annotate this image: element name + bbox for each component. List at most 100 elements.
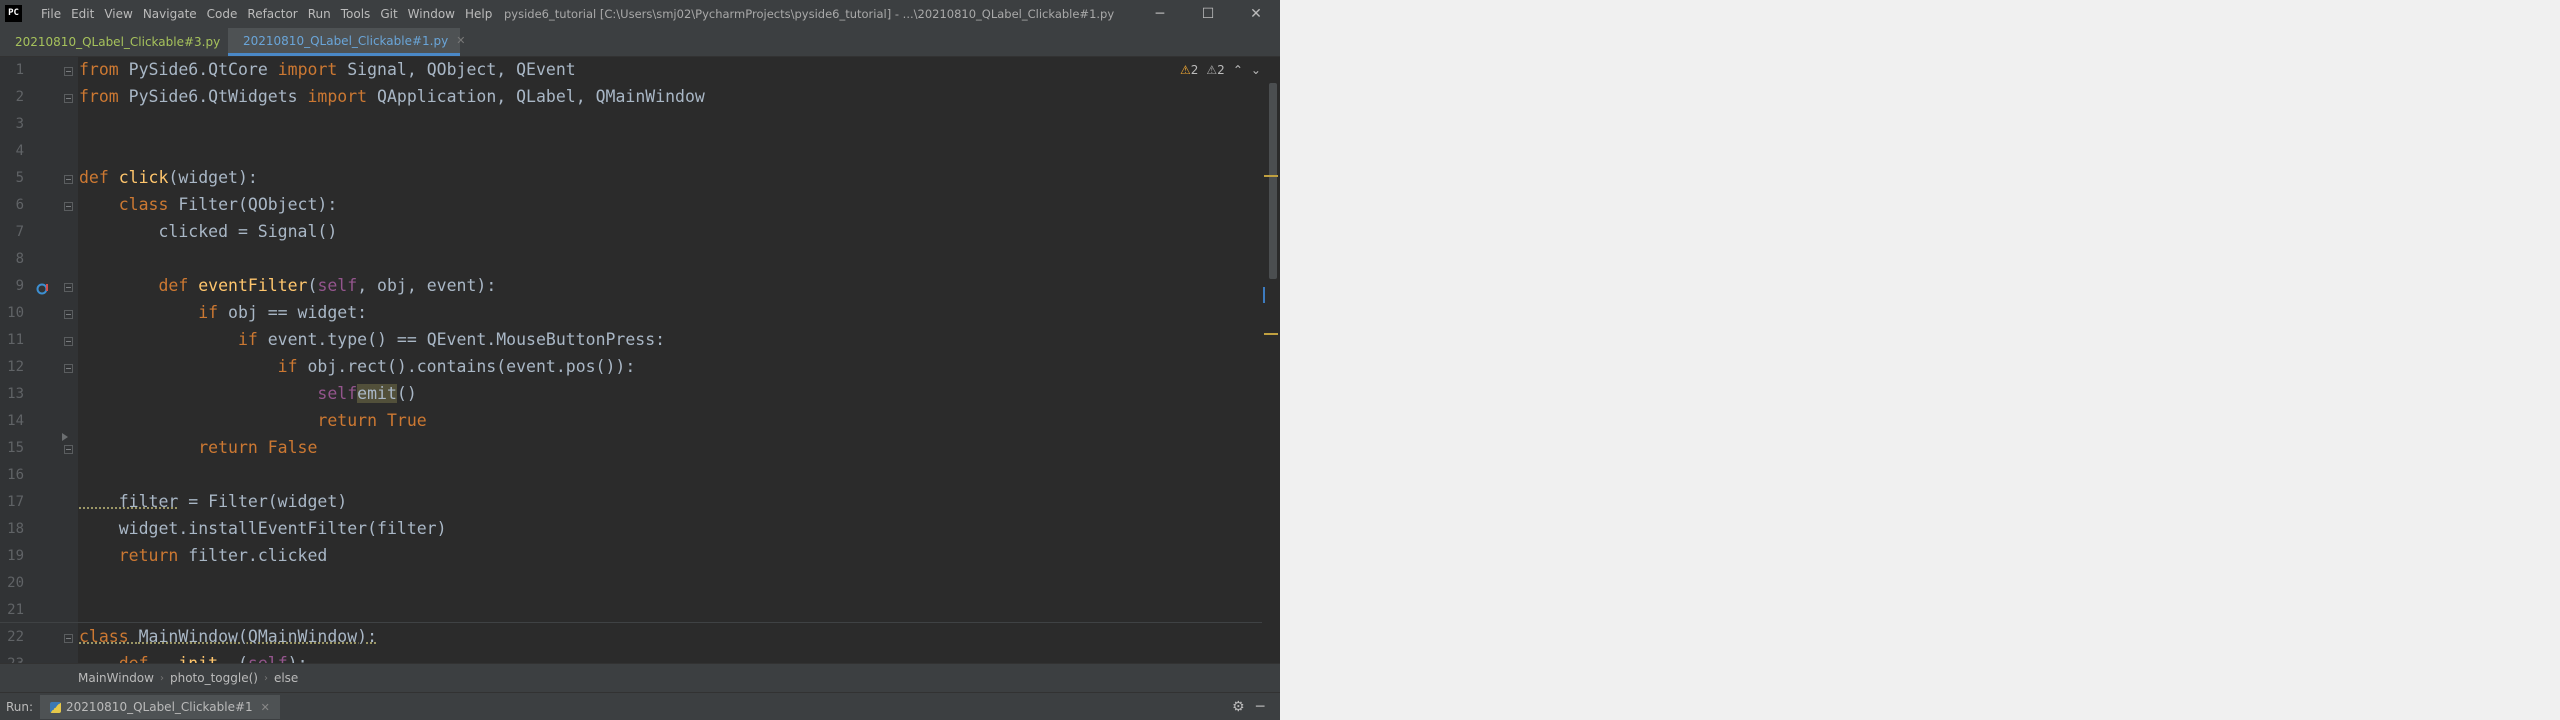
- fold-marker-icon[interactable]: [64, 94, 73, 103]
- pycharm-window: PC File Edit View Navigate Code Refactor…: [0, 0, 1280, 720]
- menu-navigate[interactable]: Navigate: [138, 0, 202, 28]
- empty-desktop-area: [1280, 0, 2560, 720]
- warnings-indicator[interactable]: ⚠2: [1180, 63, 1198, 77]
- editor-tab-bar: 20210810_QLabel_Clickable#3.py ✕ 2021081…: [0, 28, 1280, 57]
- line-number: 2: [15, 89, 24, 105]
- fold-marker-icon[interactable]: [64, 175, 73, 184]
- line-number-gutter[interactable]: 1 2 3 4 5 6 7 8 9 10 11 12 13 14 15 16 1…: [0, 57, 78, 663]
- code-line-1: from PySide6.QtCore import Signal, QObje…: [79, 60, 576, 79]
- menu-edit[interactable]: Edit: [66, 0, 99, 28]
- warning-marker[interactable]: [1264, 333, 1278, 335]
- weak-warnings-indicator[interactable]: ⚠2: [1206, 63, 1224, 77]
- line-number: 7: [15, 224, 24, 240]
- hide-panel-icon[interactable]: ─: [1256, 693, 1264, 720]
- menu-run[interactable]: Run: [303, 0, 336, 28]
- line-number: 19: [7, 548, 24, 564]
- fold-marker-icon[interactable]: [64, 310, 73, 319]
- code-line-23: def __init__(self):: [79, 654, 308, 663]
- code-line-5: def click(widget):: [79, 168, 258, 187]
- breakpoint-arrow-icon[interactable]: [60, 432, 70, 442]
- next-highlight-icon[interactable]: ⌄: [1251, 63, 1261, 77]
- code-editor[interactable]: 1 2 3 4 5 6 7 8 9 10 11 12 13 14 15 16 1…: [0, 57, 1262, 663]
- inspection-widget[interactable]: ⚠2 ⚠2 ⌃ ⌄: [1180, 63, 1261, 77]
- method-separator: [0, 622, 1262, 623]
- line-number: 14: [7, 413, 24, 429]
- breadcrumb: MainWindow › photo_toggle() › else: [0, 663, 1280, 692]
- code-line-11: if event.type() == QEvent.MouseButtonPre…: [79, 330, 666, 349]
- line-number: 20: [7, 575, 24, 591]
- code-line-12: if obj.rect().contains(event.pos()):: [79, 357, 636, 376]
- maximize-window-button[interactable]: ☐: [1184, 0, 1232, 28]
- line-number: 12: [7, 359, 24, 375]
- menu-file[interactable]: File: [36, 0, 66, 28]
- title-bar: PC File Edit View Navigate Code Refactor…: [0, 0, 1280, 28]
- fold-marker-icon[interactable]: [64, 364, 73, 373]
- pycharm-app-icon[interactable]: PC: [5, 5, 22, 22]
- line-number: 13: [7, 386, 24, 402]
- vertical-scrollbar[interactable]: [1269, 83, 1277, 279]
- close-window-button[interactable]: ✕: [1232, 0, 1280, 28]
- line-number: 1: [15, 62, 24, 78]
- line-number: 10: [7, 305, 24, 321]
- code-line-15: return False: [79, 438, 318, 457]
- run-label: Run:: [6, 700, 34, 714]
- line-number: 4: [15, 143, 24, 159]
- fold-marker-icon[interactable]: [64, 634, 73, 643]
- previous-highlight-icon[interactable]: ⌃: [1233, 63, 1243, 77]
- warning-marker[interactable]: [1264, 175, 1278, 177]
- tab-clickable-3[interactable]: 20210810_QLabel_Clickable#3.py ✕: [0, 28, 237, 56]
- run-tab-label: 20210810_QLabel_Clickable#1: [66, 700, 253, 714]
- line-number: 8: [15, 251, 24, 267]
- run-tool-window-bar: Run: 20210810_QLabel_Clickable#1 ✕ ⚙ ─: [0, 692, 1280, 720]
- menu-code[interactable]: Code: [202, 0, 243, 28]
- run-configuration-tab[interactable]: 20210810_QLabel_Clickable#1 ✕: [40, 695, 280, 719]
- menu-window[interactable]: Window: [403, 0, 460, 28]
- line-number: 6: [15, 197, 24, 213]
- line-number: 5: [15, 170, 24, 186]
- line-number: 15: [7, 440, 24, 456]
- code-line-13: selfemit(): [317, 384, 417, 403]
- line-number: 21: [7, 602, 24, 618]
- code-line-22: class MainWindow(QMainWindow):: [79, 627, 378, 646]
- breadcrumb-item[interactable]: else: [268, 671, 304, 685]
- fold-marker-icon[interactable]: [64, 337, 73, 346]
- caret-marker: [1263, 287, 1265, 303]
- window-title: pyside6_tutorial [C:\Users\smj02\Pycharm…: [504, 7, 1115, 21]
- error-stripe[interactable]: [1262, 57, 1280, 663]
- line-number: 11: [7, 332, 24, 348]
- menu-bar: File Edit View Navigate Code Refactor Ru…: [36, 0, 497, 28]
- breadcrumb-item[interactable]: photo_toggle(): [164, 671, 264, 685]
- fold-marker-icon[interactable]: [64, 445, 73, 454]
- code-line-19: return filter.clicked: [79, 546, 328, 565]
- python-file-icon: [50, 701, 61, 713]
- code-line-7: clicked = Signal(): [79, 222, 338, 241]
- code-line-14: return True: [79, 411, 427, 430]
- warning-icon: ⚠: [1180, 63, 1191, 77]
- line-number: 22: [7, 629, 24, 645]
- menu-tools[interactable]: Tools: [336, 0, 376, 28]
- menu-view[interactable]: View: [99, 0, 137, 28]
- close-tab-icon[interactable]: ✕: [456, 34, 465, 47]
- code-line-10: if obj == widget:: [79, 303, 368, 322]
- close-run-tab-icon[interactable]: ✕: [261, 701, 270, 714]
- fold-marker-icon[interactable]: [64, 67, 73, 76]
- breadcrumb-item[interactable]: MainWindow: [72, 671, 160, 685]
- menu-refactor[interactable]: Refactor: [242, 0, 302, 28]
- fold-marker-icon[interactable]: [64, 283, 73, 292]
- weak-warning-icon: ⚠: [1206, 63, 1218, 77]
- override-method-icon[interactable]: [36, 282, 50, 296]
- fold-marker-icon[interactable]: [64, 202, 73, 211]
- line-number: 18: [7, 521, 24, 537]
- code-line-18: widget.installEventFilter(filter): [79, 519, 447, 538]
- tab-clickable-1[interactable]: 20210810_QLabel_Clickable#1.py ✕: [228, 28, 465, 56]
- menu-git[interactable]: Git: [375, 0, 402, 28]
- tab-label: 20210810_QLabel_Clickable#1.py: [243, 33, 449, 48]
- code-line-6: class Filter(QObject):: [79, 195, 338, 214]
- code-line-9: def eventFilter(self, obj, event):: [79, 276, 497, 295]
- line-number: 3: [15, 116, 24, 132]
- gear-icon[interactable]: ⚙: [1232, 693, 1245, 720]
- line-number: 23: [0, 656, 24, 663]
- minimize-window-button[interactable]: ─: [1136, 0, 1184, 28]
- code-line-17: filter = Filter(widget): [79, 492, 348, 511]
- menu-help[interactable]: Help: [460, 0, 497, 28]
